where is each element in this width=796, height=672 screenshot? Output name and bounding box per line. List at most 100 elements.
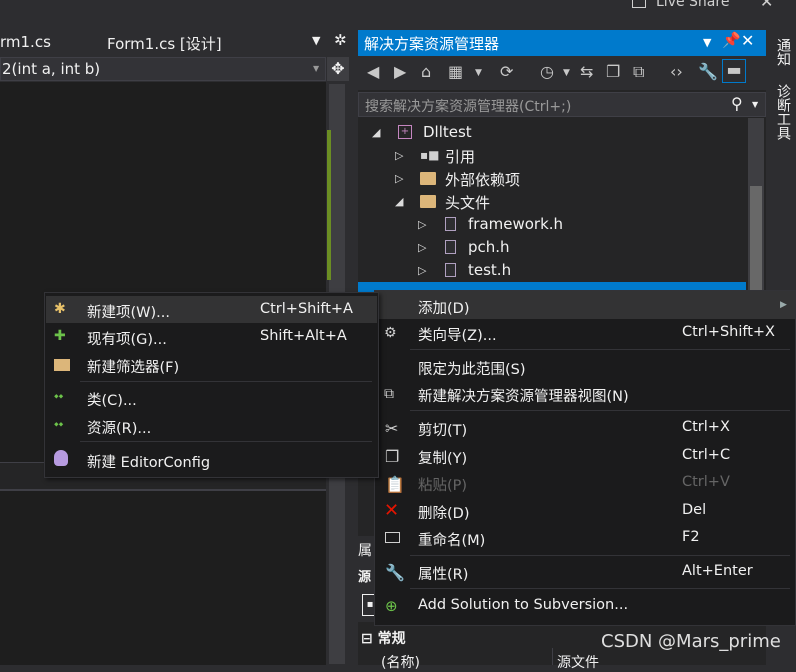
menu-item-cut[interactable]: 剪切(T) (418, 419, 467, 440)
menu-shortcut: Alt+Enter (682, 563, 753, 579)
menu-shortcut: Ctrl+V (682, 474, 730, 490)
chevron-down-icon[interactable]: ▼ (475, 68, 482, 78)
view-code-icon[interactable]: ‹› (670, 62, 683, 81)
resource-icon: ⬩⬩ (54, 417, 64, 432)
lightbulb-icon (54, 450, 68, 466)
preview-icon[interactable]: ▬ (722, 59, 746, 83)
tree-item-project[interactable]: Dlltest (423, 123, 472, 141)
collapse-arrow-icon[interactable]: ◢ (395, 195, 403, 208)
tree-item-test-h[interactable]: test.h (468, 261, 511, 279)
header-file-icon (445, 217, 456, 231)
collapse-all-icon[interactable]: ❐ (606, 62, 620, 81)
folder-open-icon (420, 195, 436, 208)
delete-icon: ✕ (384, 500, 400, 521)
chevron-down-icon[interactable]: ▼ (313, 64, 319, 73)
menu-item-label: 添加(D) (418, 301, 470, 317)
rename-icon (385, 532, 400, 543)
submenu-arrow-icon: ▶ (780, 300, 787, 310)
menu-item-new-se-view[interactable]: 新建解决方案资源管理器视图(N) (418, 385, 629, 406)
expand-arrow-icon[interactable]: ▷ (418, 218, 426, 231)
expand-arrow-icon[interactable]: ▷ (418, 241, 426, 254)
close-icon[interactable]: ✕ (741, 31, 754, 50)
forward-icon[interactable]: ▶ (394, 62, 406, 81)
menu-shortcut: Shift+Alt+A (260, 328, 347, 344)
solution-explorer-title: 解决方案资源管理器 (364, 35, 500, 53)
menu-item-class-wizard[interactable]: 类向导(Z)... (418, 324, 497, 345)
scrollbar-thumb[interactable] (750, 186, 762, 296)
back-icon[interactable]: ◀ (367, 62, 379, 81)
submenu-item-new-editorconfig[interactable]: 新建 EditorConfig (87, 451, 210, 472)
expand-arrow-icon[interactable]: ▷ (395, 149, 403, 162)
tree-item-references[interactable]: 引用 (445, 146, 475, 167)
properties-category-label: 常规 (377, 631, 406, 647)
menu-item-copy[interactable]: 复制(Y) (418, 447, 467, 468)
header-file-icon (445, 240, 456, 254)
menu-item-scope-to-this[interactable]: 限定为此范围(S) (418, 358, 526, 379)
pin-icon[interactable]: 📌 (722, 31, 741, 49)
menu-separator (410, 349, 790, 350)
menu-shortcut: Del (682, 502, 707, 518)
menu-separator (410, 588, 790, 589)
show-all-files-icon[interactable]: ⧉ (633, 62, 644, 82)
menu-item-paste: 粘贴(P) (418, 478, 468, 494)
new-filter-icon (54, 359, 70, 371)
expand-arrow-icon[interactable]: ▷ (418, 264, 426, 277)
menu-shortcut: Ctrl+Shift+A (260, 301, 353, 317)
change-tracking-marker (327, 130, 331, 280)
property-name-value[interactable]: 源文件 (557, 652, 599, 672)
watermark: CSDN @Mars_prime (601, 631, 781, 652)
live-share-icon[interactable] (632, 0, 646, 8)
folder-icon (420, 172, 436, 185)
menu-shortcut: F2 (682, 529, 700, 545)
existing-item-icon: ✚ (54, 328, 66, 344)
menu-item-delete[interactable]: 删除(D) (418, 502, 469, 523)
collapse-arrow-icon[interactable]: ◢ (372, 126, 380, 139)
tab-list-dropdown-icon[interactable]: ▼ (312, 34, 320, 47)
member-signature: 2(int a, int b) (2, 60, 101, 78)
search-placeholder: 搜索解决方案资源管理器(Ctrl+;) (365, 99, 572, 115)
properties-category[interactable]: ⊟ 常规 (361, 628, 406, 648)
tab-notifications[interactable]: 通知 (773, 32, 791, 72)
submenu-item-resource[interactable]: 资源(R)... (87, 417, 151, 438)
chevron-down-icon[interactable]: ▼ (563, 68, 570, 78)
menu-item-rename[interactable]: 重命名(M) (418, 529, 485, 550)
expand-arrow-icon[interactable]: ▷ (395, 172, 403, 185)
properties-object-name: 源 (358, 570, 372, 585)
window-position-dropdown-icon[interactable]: ▼ (703, 36, 711, 49)
submenu-item-new-filter[interactable]: 新建筛选器(F) (87, 356, 179, 377)
tree-item-pch-h[interactable]: pch.h (468, 238, 510, 256)
chevron-down-icon[interactable]: ▼ (752, 100, 758, 109)
tab-form1-design[interactable]: Form1.cs [设计] (107, 33, 222, 54)
property-name-label: (名称) (381, 655, 420, 671)
search-icon[interactable]: ⚲ (731, 94, 743, 113)
home-icon[interactable]: ⌂ (421, 62, 431, 81)
submenu-item-existing-item[interactable]: 现有项(G)... (87, 328, 167, 349)
menu-separator (80, 381, 372, 382)
new-item-icon: ✱ (54, 301, 66, 317)
split-window-icon[interactable]: ✥ (327, 57, 349, 81)
menu-item-add-to-subversion[interactable]: Add Solution to Subversion... (418, 597, 628, 613)
tree-item-external-deps[interactable]: 外部依赖项 (445, 169, 520, 190)
switch-views-icon[interactable]: ▦ (448, 62, 463, 81)
menu-shortcut: Ctrl+C (682, 447, 731, 463)
menu-separator (410, 410, 790, 411)
tree-item-header-files[interactable]: 头文件 (445, 192, 490, 213)
pending-changes-filter-icon[interactable]: ⟳ (500, 62, 513, 81)
history-icon[interactable]: ◷ (540, 62, 554, 81)
tab-diagnostic-tools[interactable]: 诊断工具 (773, 76, 791, 148)
wrench-icon[interactable]: 🔧 (698, 62, 718, 81)
divider (552, 648, 553, 665)
scissors-icon: ✂ (385, 419, 399, 438)
header-file-icon (445, 263, 456, 277)
menu-shortcut: Ctrl+Shift+X (682, 324, 775, 340)
menu-shortcut: Ctrl+X (682, 419, 730, 435)
menu-item-properties[interactable]: 属性(R) (418, 563, 468, 584)
tab-form1-cs[interactable]: rm1.cs (0, 33, 51, 51)
copy-icon: ❐ (385, 447, 400, 466)
submenu-item-class[interactable]: 类(C)... (87, 389, 137, 410)
gear-icon[interactable]: ✲ (334, 31, 347, 49)
sync-icon[interactable]: ⇆ (580, 62, 593, 81)
close-icon[interactable]: ✕ (760, 0, 773, 11)
submenu-item-new-item[interactable]: 新建项(W)... (87, 301, 170, 322)
tree-item-framework-h[interactable]: framework.h (468, 215, 563, 233)
